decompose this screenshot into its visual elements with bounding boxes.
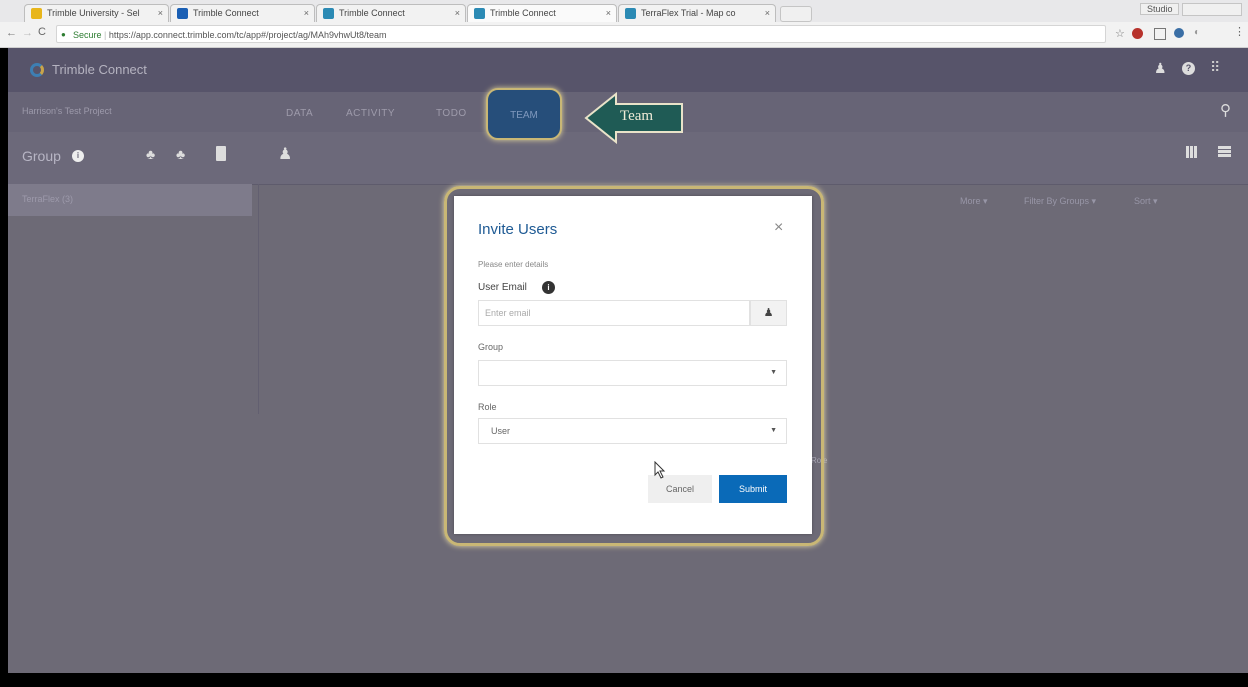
close-icon[interactable]: ×: [455, 5, 460, 21]
url-field[interactable]: ● Secure | https://app.connect.trimble.c…: [56, 25, 1106, 43]
help-icon[interactable]: ?: [1182, 62, 1195, 75]
group-label: Group: [478, 342, 504, 352]
group-select[interactable]: ▼: [478, 360, 787, 386]
close-icon[interactable]: ×: [304, 5, 309, 21]
trash-icon[interactable]: [216, 146, 226, 161]
minimize-maximize-close-buttons[interactable]: [1182, 3, 1242, 17]
chevron-down-icon: ▼: [770, 369, 777, 376]
extension-icon[interactable]: [1154, 28, 1166, 40]
trimble-connect-icon: [625, 8, 636, 19]
forward-icon[interactable]: →: [22, 27, 33, 39]
mouse-cursor-icon: [654, 461, 666, 479]
back-icon[interactable]: ←: [6, 27, 17, 39]
browser-tab[interactable]: Trimble Connect ×: [316, 4, 466, 22]
trimble-icon: [177, 8, 188, 19]
user-email-label: User Email: [478, 282, 527, 293]
more-dropdown[interactable]: More ▾: [960, 196, 988, 207]
browser-tab[interactable]: Trimble Connect ×: [170, 4, 315, 22]
role-select-value: User: [491, 426, 511, 436]
sidebar-item-terraflex[interactable]: TerraFlex (3): [8, 184, 252, 216]
team-callout-label: Team: [620, 108, 654, 124]
browser-address-bar: ← → C ● Secure | https://app.connect.tri…: [0, 22, 1248, 48]
app-logo-text[interactable]: Trimble Connect: [52, 62, 147, 77]
browser-tab[interactable]: TerraFlex Trial - Map co ×: [618, 4, 776, 22]
add-user-icon[interactable]: ♟: [278, 144, 292, 164]
edit-group-icon[interactable]: ♣: [176, 146, 185, 162]
user-lookup-button[interactable]: ♟: [750, 300, 787, 326]
app-header: Trimble Connect ♟ ? ⠿: [8, 48, 1248, 92]
user-icon[interactable]: ♟: [1154, 60, 1167, 77]
submit-button[interactable]: Submit: [719, 475, 787, 503]
trimble-connect-icon: [323, 8, 334, 19]
extension-icon[interactable]: ◐: [1194, 27, 1200, 38]
add-group-icon[interactable]: ♣: [146, 146, 155, 162]
sort-dropdown[interactable]: Sort ▾: [1134, 196, 1158, 207]
browser-menu-icon[interactable]: ⋮: [1234, 25, 1245, 38]
trimble-logo-icon: [30, 63, 44, 77]
browser-tab-bar: Trimble University - Sel × Trimble Connec…: [0, 0, 1248, 22]
info-icon[interactable]: i: [72, 150, 84, 162]
search-icon[interactable]: ⚲: [1220, 101, 1231, 119]
tab-todo[interactable]: TODO: [436, 108, 467, 119]
lock-icon: ●: [61, 30, 66, 39]
tab-team[interactable]: TEAM: [486, 88, 562, 140]
tab-data[interactable]: DATA: [286, 108, 313, 119]
group-heading: Group: [22, 148, 61, 164]
info-icon[interactable]: i: [542, 281, 555, 294]
close-icon[interactable]: ×: [158, 5, 163, 21]
role-select[interactable]: User ▼: [478, 418, 787, 444]
extension-icon[interactable]: [1132, 28, 1143, 39]
dialog-title: Invite Users: [478, 221, 558, 238]
project-name[interactable]: Harrison's Test Project: [22, 106, 112, 116]
close-icon[interactable]: ×: [765, 5, 770, 21]
reload-icon[interactable]: C: [38, 26, 46, 38]
trimble-connect-icon: [474, 8, 485, 19]
browser-tab-active[interactable]: Trimble Connect ×: [467, 4, 617, 22]
tab-activity[interactable]: ACTIVITY: [346, 108, 395, 119]
new-tab-button[interactable]: [780, 6, 812, 22]
divider: [258, 184, 259, 414]
search-input[interactable]: [1038, 100, 1238, 122]
bookmark-star-icon[interactable]: ☆: [1115, 27, 1125, 40]
window-controls[interactable]: Studio: [1139, 3, 1242, 17]
sidebar-item-label: TerraFlex (3): [22, 194, 74, 204]
list-view-icon[interactable]: [1218, 146, 1231, 158]
grid-view-icon[interactable]: [1186, 146, 1198, 158]
email-placeholder: Enter email: [485, 308, 531, 318]
user-icon: ♟: [763, 307, 774, 319]
extension-icon[interactable]: [1174, 28, 1184, 38]
filter-by-groups-dropdown[interactable]: Filter By Groups ▾: [1024, 196, 1096, 207]
dialog-instructions: Please enter details: [478, 260, 549, 269]
role-label: Role: [478, 402, 497, 412]
chevron-down-icon: ▼: [770, 427, 777, 434]
close-icon[interactable]: ×: [774, 219, 783, 237]
folder-icon: [31, 8, 42, 19]
cancel-button[interactable]: Cancel: [648, 475, 712, 503]
profile-button[interactable]: Studio: [1139, 3, 1180, 15]
email-field[interactable]: Enter email: [478, 300, 750, 326]
browser-tab[interactable]: Trimble University - Sel ×: [24, 4, 169, 22]
close-icon[interactable]: ×: [606, 5, 611, 21]
apps-grid-icon[interactable]: ⠿: [1210, 59, 1220, 76]
